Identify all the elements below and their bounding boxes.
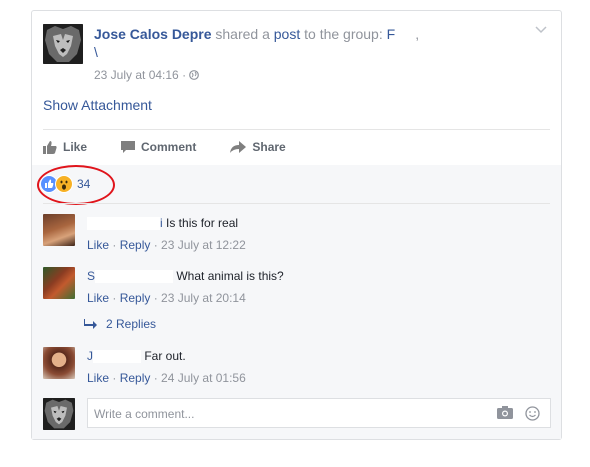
reply-arrow-icon	[84, 319, 97, 329]
reactions-summary[interactable]: 34	[37, 165, 115, 205]
comment-date[interactable]: 23 July at 12:22	[161, 238, 246, 252]
replies-label: 2 Replies	[106, 317, 157, 331]
thumbs-up-icon	[43, 140, 57, 154]
divider	[43, 203, 550, 204]
composer-avatar	[43, 398, 75, 430]
comment-text: Far out.	[144, 349, 186, 363]
commenter-avatar[interactable]	[43, 347, 75, 379]
comment-meta: Like · Reply · 24 July at 01:56	[87, 371, 246, 385]
redacted-name	[87, 217, 160, 231]
comment-like-link[interactable]: Like	[87, 238, 109, 252]
divider	[43, 129, 550, 130]
post-link[interactable]: post	[274, 26, 300, 42]
group-name[interactable]: F	[387, 26, 396, 42]
author-name[interactable]: Jose Calos Depre	[94, 26, 212, 42]
post-actions: Like Comment Share	[43, 140, 320, 154]
group-name-continued[interactable]: \	[94, 44, 98, 60]
comment-reply-link[interactable]: Reply	[120, 291, 151, 305]
group-text: to the group:	[300, 26, 387, 42]
comment-meta: Like · Reply · 23 July at 12:22	[87, 238, 246, 252]
post-card: Jose Calos Depre shared a post to the gr…	[31, 10, 562, 440]
comment-text: What animal is this?	[176, 269, 284, 283]
comment-date[interactable]: 24 July at 01:56	[161, 371, 246, 385]
meta-separator: ·	[182, 68, 187, 82]
emoji-icon[interactable]	[525, 406, 540, 424]
comment-reply-link[interactable]: Reply	[120, 238, 151, 252]
comment-button[interactable]: Comment	[121, 140, 196, 154]
lion-avatar-image	[43, 398, 75, 430]
share-button[interactable]: Share	[230, 140, 286, 154]
globe-icon	[189, 68, 200, 82]
like-label: Like	[63, 140, 88, 154]
post-meta: 23 July at 04:16 ·	[94, 68, 200, 82]
redacted-name	[95, 270, 174, 284]
share-label: Share	[252, 140, 286, 154]
commenter-avatar[interactable]	[43, 267, 75, 299]
commenter-name[interactable]: i	[160, 216, 163, 230]
wow-reaction-icon	[55, 175, 73, 193]
author-avatar[interactable]	[43, 24, 83, 64]
post-header: Jose Calos Depre shared a post to the gr…	[94, 26, 420, 60]
share-arrow-icon	[230, 141, 247, 153]
shared-text: shared a	[211, 26, 274, 42]
comment-date[interactable]: 23 July at 20:14	[161, 291, 246, 305]
chevron-down-icon[interactable]	[535, 25, 547, 37]
show-attachment-link[interactable]: Show Attachment	[43, 97, 152, 113]
like-button[interactable]: Like	[43, 140, 87, 154]
comment-like-link[interactable]: Like	[87, 371, 109, 385]
comment-icon	[121, 141, 136, 153]
comment-text: Is this for real	[166, 216, 239, 230]
comment-reply-link[interactable]: Reply	[120, 371, 151, 385]
commenter-name[interactable]: S	[87, 269, 95, 283]
comment-meta: Like · Reply · 23 July at 20:14	[87, 291, 246, 305]
view-replies-link[interactable]: 2 Replies	[84, 317, 156, 331]
comment-composer: Write a comment...	[43, 398, 553, 430]
lion-avatar-image	[43, 24, 83, 64]
comment-placeholder: Write a comment...	[94, 407, 195, 421]
comment-input[interactable]: Write a comment...	[87, 398, 551, 428]
camera-icon[interactable]	[497, 406, 513, 424]
comment-like-link[interactable]: Like	[87, 291, 109, 305]
commenter-avatar[interactable]	[43, 214, 75, 246]
post-date[interactable]: 23 July at 04:16	[94, 68, 179, 82]
redacted-name	[93, 350, 141, 364]
comment-label: Comment	[141, 140, 197, 154]
